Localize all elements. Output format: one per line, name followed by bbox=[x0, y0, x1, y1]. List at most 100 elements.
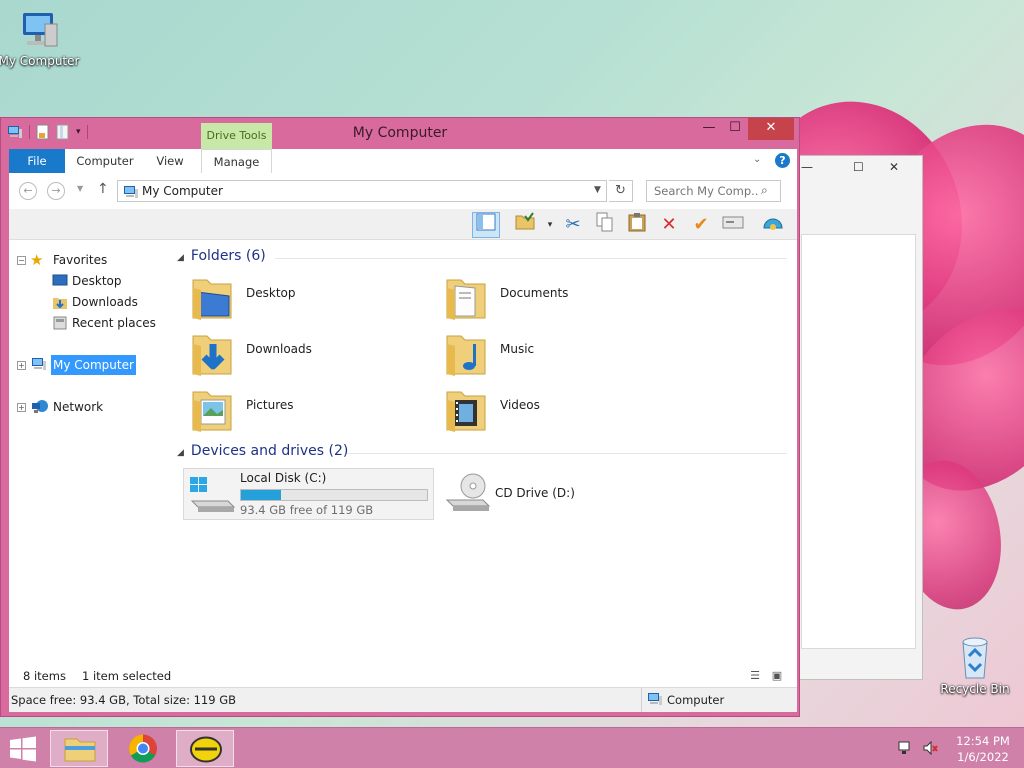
title-bar[interactable]: ▾ Drive Tools My Computer — ☐ ✕ bbox=[1, 118, 799, 149]
maximize-button[interactable]: ☐ bbox=[722, 118, 748, 140]
address-text: My Computer bbox=[142, 184, 223, 198]
search-icon[interactable]: ⌕ bbox=[761, 183, 768, 198]
command-toolbar: ▾ ✂ ✕ ✔ bbox=[9, 209, 797, 240]
desktop-icon-label: My Computer bbox=[0, 54, 80, 68]
start-button[interactable] bbox=[8, 736, 40, 762]
folder-item-desktop[interactable]: Desktop bbox=[183, 270, 433, 324]
up-button[interactable]: ↑ bbox=[97, 181, 109, 197]
folder-check-icon bbox=[515, 212, 535, 230]
paste-button[interactable] bbox=[623, 212, 651, 238]
tree-label: My Computer bbox=[51, 355, 136, 375]
search-box[interactable]: ⌕ bbox=[646, 180, 781, 202]
computer-icon bbox=[123, 185, 139, 202]
ribbon-tabs: File Computer View Manage ⌄ ? bbox=[9, 149, 797, 173]
tree-label: Favorites bbox=[53, 253, 108, 267]
background-window[interactable]: — ☐ ✕ bbox=[780, 155, 923, 680]
drive-item-cd-d[interactable]: CD Drive (D:) bbox=[439, 468, 639, 520]
search-input[interactable] bbox=[647, 181, 759, 201]
tab-file[interactable]: File bbox=[9, 149, 65, 173]
network-status-icon[interactable] bbox=[898, 740, 914, 760]
file-explorer-icon bbox=[64, 738, 96, 762]
computer-icon bbox=[647, 692, 663, 709]
shell-icon bbox=[763, 218, 783, 230]
folder-item-videos[interactable]: Videos bbox=[437, 382, 687, 436]
minimize-button[interactable]: — bbox=[801, 160, 813, 174]
clock-time: 12:54 PM bbox=[956, 734, 1010, 748]
taskbar-file-explorer[interactable] bbox=[50, 730, 108, 767]
recent-locations-dropdown[interactable]: ▼ bbox=[77, 184, 83, 193]
taskbar-chrome[interactable] bbox=[114, 730, 172, 767]
forward-button[interactable]: → bbox=[47, 182, 65, 200]
network-shell-button[interactable] bbox=[759, 212, 787, 238]
app-icon bbox=[190, 736, 222, 763]
desktop-icon-my-computer[interactable]: My Computer bbox=[0, 10, 84, 68]
close-button[interactable]: ✕ bbox=[889, 160, 899, 174]
properties-folder-button[interactable] bbox=[511, 212, 539, 238]
rename-button[interactable]: ✔ bbox=[687, 212, 715, 238]
group-header-devices[interactable]: ◢ Devices and drives (2) bbox=[177, 443, 348, 463]
large-icons-view-button[interactable]: ▣ bbox=[769, 669, 785, 685]
explorer-window: ▾ Drive Tools My Computer — ☐ ✕ File Com… bbox=[0, 117, 800, 717]
status-bar: 8 items 1 item selected ☰ ▣ bbox=[9, 667, 797, 687]
item-count: 8 items bbox=[23, 669, 66, 683]
copy-button[interactable] bbox=[591, 212, 619, 238]
tree-label: Recent places bbox=[72, 316, 156, 330]
map-drive-button[interactable] bbox=[719, 212, 747, 238]
star-icon: ★ bbox=[30, 251, 44, 269]
expand-toggle[interactable]: + bbox=[17, 403, 26, 412]
tab-manage[interactable]: Manage bbox=[201, 149, 272, 173]
tab-computer[interactable]: Computer bbox=[69, 149, 141, 173]
refresh-button[interactable]: ↻ bbox=[609, 180, 633, 202]
taskbar-app[interactable] bbox=[176, 730, 234, 767]
folder-item-pictures[interactable]: Pictures bbox=[183, 382, 433, 436]
collapse-group-icon[interactable]: ◢ bbox=[177, 253, 184, 263]
downloads-icon bbox=[52, 294, 68, 316]
folder-item-downloads[interactable]: Downloads bbox=[183, 326, 433, 380]
explorer-content: − ★ Favorites Desktop Downloads Recent p… bbox=[9, 240, 797, 667]
desktop-icon-recycle-bin[interactable]: Recycle Bin bbox=[930, 632, 1020, 696]
cut-button[interactable]: ✂ bbox=[559, 212, 587, 238]
space-details: Space free: 93.4 GB, Total size: 119 GB bbox=[11, 693, 237, 707]
drive-icon bbox=[722, 216, 744, 229]
item-label: Music bbox=[500, 342, 535, 356]
address-dropdown[interactable]: ▼ bbox=[594, 185, 601, 195]
close-button[interactable]: ✕ bbox=[748, 118, 794, 140]
drive-name: CD Drive (D:) bbox=[495, 486, 575, 500]
item-label: Documents bbox=[500, 286, 569, 300]
folder-item-music[interactable]: Music bbox=[437, 326, 687, 380]
group-title: Devices and drives (2) bbox=[190, 443, 349, 459]
folder-item-documents[interactable]: Documents bbox=[437, 270, 687, 324]
file-list: ◢ Folders (6) Desktop Documents Downloads… bbox=[177, 240, 797, 667]
location-label: Computer bbox=[667, 693, 725, 707]
selection-count: 1 item selected bbox=[82, 669, 172, 683]
videos-folder-icon bbox=[445, 384, 489, 434]
delete-button[interactable]: ✕ bbox=[655, 212, 683, 238]
drive-item-local-disk-c[interactable]: Local Disk (C:) 93.4 GB free of 119 GB bbox=[183, 468, 434, 520]
group-header-folders[interactable]: ◢ Folders (6) bbox=[177, 248, 266, 268]
collapse-toggle[interactable]: − bbox=[17, 256, 26, 265]
system-clock[interactable]: 12:54 PM 1/6/2022 bbox=[952, 733, 1014, 765]
minimize-button[interactable]: — bbox=[696, 118, 722, 140]
cd-drive-icon bbox=[443, 472, 491, 519]
address-bar[interactable]: My Computer ▼ bbox=[117, 180, 607, 202]
maximize-button[interactable]: ☐ bbox=[853, 160, 864, 174]
tree-label: Downloads bbox=[72, 295, 138, 309]
tab-view[interactable]: View bbox=[145, 149, 195, 173]
details-view-button[interactable]: ☰ bbox=[747, 669, 763, 685]
expand-ribbon-icon[interactable]: ⌄ bbox=[753, 154, 761, 165]
preview-pane-button[interactable] bbox=[472, 212, 500, 238]
navigation-pane: − ★ Favorites Desktop Downloads Recent p… bbox=[9, 240, 169, 667]
group-divider bbox=[275, 258, 787, 259]
location-zone: Computer bbox=[641, 688, 797, 712]
drive-usage-bar bbox=[240, 489, 428, 501]
tree-label: Desktop bbox=[72, 274, 122, 288]
music-folder-icon bbox=[445, 328, 489, 378]
copy-icon bbox=[596, 212, 613, 232]
item-label: Desktop bbox=[246, 286, 296, 300]
help-button[interactable]: ? bbox=[775, 153, 790, 168]
volume-muted-icon[interactable] bbox=[922, 740, 938, 760]
collapse-group-icon[interactable]: ◢ bbox=[177, 448, 184, 458]
expand-toggle[interactable]: + bbox=[17, 361, 26, 370]
drive-usage-fill bbox=[241, 490, 281, 500]
back-button[interactable]: ← bbox=[19, 182, 37, 200]
